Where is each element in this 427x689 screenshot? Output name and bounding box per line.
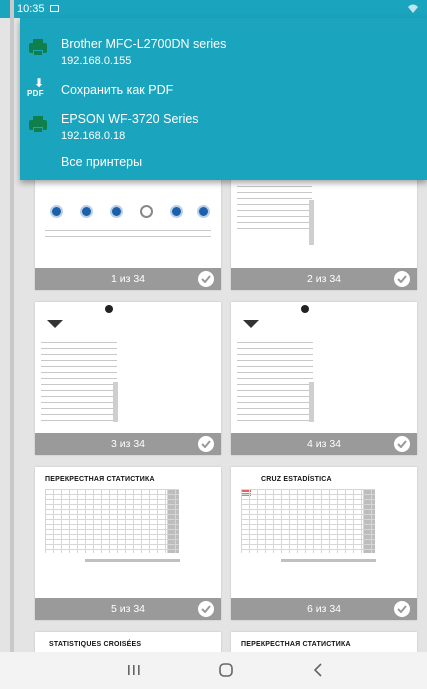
- category-icon: [110, 205, 123, 218]
- page-number: 6 из 34: [306, 603, 342, 615]
- page-number: 5 из 34: [110, 603, 146, 615]
- status-time: 10:35: [17, 3, 45, 15]
- category-icon: [140, 205, 153, 218]
- document-title: ПЕРЕКРЕСТНАЯ СТАТИСТИКА: [45, 476, 155, 483]
- home-icon[interactable]: [214, 660, 238, 680]
- scroll-edge: [10, 0, 14, 689]
- page-thumbnail[interactable]: CRUZ ESTADÍSTICA 6 из 34: [231, 467, 417, 620]
- printer-address: 192.168.0.155: [61, 55, 132, 67]
- page-label-bar: 3 из 34: [35, 433, 221, 455]
- category-icon: [50, 205, 63, 218]
- printer-option-brother[interactable]: Brother MFC-L2700DN series 192.168.0.155: [20, 18, 427, 68]
- print-preview-screen: 10:35 Brother MFC-L2700DN series 192.168…: [0, 0, 427, 689]
- category-icon: [197, 205, 210, 218]
- document-title: STATISTIQUES CROISÉES: [49, 641, 142, 648]
- category-icon: [80, 205, 93, 218]
- checkmark-icon[interactable]: [394, 436, 410, 452]
- printer-address: 192.168.0.18: [61, 130, 126, 142]
- all-printers-label: Все принтеры: [61, 155, 143, 169]
- checkmark-icon[interactable]: [198, 601, 214, 617]
- page-label-bar: 1 из 34: [35, 268, 221, 290]
- printer-name: Brother MFC-L2700DN series: [61, 37, 227, 51]
- logo-icon: [47, 320, 63, 328]
- page-thumbnail[interactable]: ПЕРЕКРЕСТНАЯ СТАТИСТИКА 5 из 34: [35, 467, 221, 620]
- page-label-bar: 2 из 34: [231, 268, 417, 290]
- page-label-bar: 6 из 34: [231, 598, 417, 620]
- page-thumbnail[interactable]: 3 из 34: [35, 302, 221, 455]
- recent-apps-icon[interactable]: [122, 660, 146, 680]
- checkmark-icon[interactable]: [394, 271, 410, 287]
- navigation-bar: [0, 652, 427, 689]
- save-as-pdf-label: Сохранить как PDF: [61, 83, 174, 97]
- printer-option-epson[interactable]: EPSON WF-3720 Series 192.168.0.18: [20, 108, 427, 152]
- page-preview: [35, 302, 221, 433]
- wifi-icon: [408, 4, 418, 13]
- category-icon: [170, 205, 183, 218]
- document-title: ПЕРЕКРЕСТНАЯ СТАТИСТИКА: [241, 641, 351, 648]
- page-thumbnail[interactable]: 4 из 34: [231, 302, 417, 455]
- back-icon[interactable]: [307, 660, 331, 680]
- status-bar: 10:35: [0, 0, 427, 18]
- printer-icon: [27, 114, 49, 136]
- page-number: 2 из 34: [306, 273, 342, 285]
- checkmark-icon[interactable]: [198, 271, 214, 287]
- page-preview: CRUZ ESTADÍSTICA: [231, 467, 417, 598]
- logo-icon: [243, 320, 259, 328]
- page-number: 3 из 34: [110, 438, 146, 450]
- page-number: 1 из 34: [110, 273, 146, 285]
- page-label-bar: 4 из 34: [231, 433, 417, 455]
- pdf-download-icon: ⬇ PDF: [27, 76, 45, 98]
- page-preview: [231, 302, 417, 433]
- checkmark-icon[interactable]: [394, 601, 410, 617]
- printer-name: EPSON WF-3720 Series: [61, 112, 199, 126]
- screenshot-icon: [50, 5, 59, 12]
- checkmark-icon[interactable]: [198, 436, 214, 452]
- printer-icon: [27, 37, 49, 59]
- page-preview: ПЕРЕКРЕСТНАЯ СТАТИСТИКА: [35, 467, 221, 598]
- page-label-bar: 5 из 34: [35, 598, 221, 620]
- document-title: CRUZ ESTADÍSTICA: [261, 476, 332, 483]
- printer-dropdown: Brother MFC-L2700DN series 192.168.0.155…: [20, 18, 427, 180]
- all-printers-option[interactable]: Все принтеры: [20, 152, 427, 180]
- page-number: 4 из 34: [306, 438, 342, 450]
- save-as-pdf-option[interactable]: ⬇ PDF Сохранить как PDF: [20, 68, 427, 108]
